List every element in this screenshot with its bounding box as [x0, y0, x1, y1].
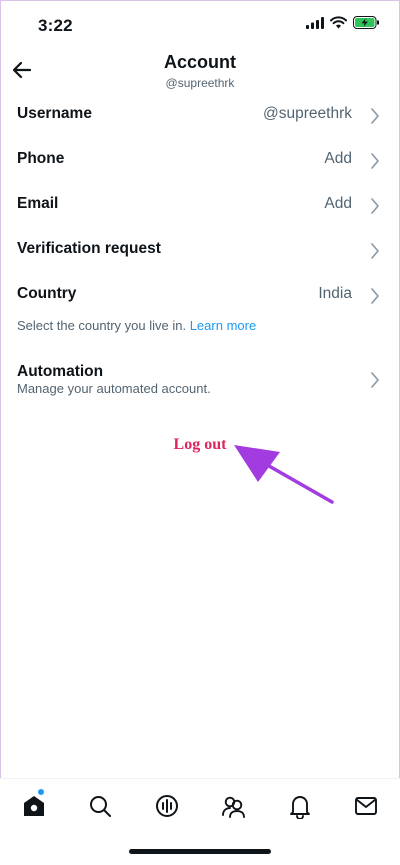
- email-row[interactable]: Email Add: [0, 183, 400, 228]
- logout-label: Log out: [173, 436, 227, 453]
- learn-more-link[interactable]: Learn more: [190, 318, 256, 333]
- phone-row[interactable]: Phone Add: [0, 138, 400, 183]
- status-time: 3:22: [38, 16, 73, 35]
- automation-description: Manage your automated account.: [17, 381, 211, 396]
- row-value: Add: [324, 195, 352, 212]
- row-label: Verification request: [17, 240, 161, 257]
- home-indicator: [129, 849, 271, 854]
- row-label: Phone: [17, 150, 65, 167]
- wifi-icon: [330, 16, 347, 29]
- chevron-right-icon: [371, 198, 379, 214]
- country-helper-text: Select the country you live in. Learn mo…: [17, 318, 256, 333]
- helper-text: Select the country you live in.: [17, 318, 190, 333]
- communities-icon[interactable]: [220, 793, 246, 819]
- status-bar: 3:22: [0, 0, 400, 48]
- page-title: Account: [164, 52, 236, 72]
- battery-charging-icon: [353, 16, 379, 29]
- row-label: Country: [17, 285, 77, 302]
- logout-button[interactable]: Log out: [0, 436, 400, 454]
- home-notification-dot: [38, 789, 44, 795]
- notifications-icon[interactable]: [287, 793, 313, 819]
- chevron-right-icon: [371, 288, 379, 304]
- row-label: Username: [17, 105, 92, 122]
- automation-label: Automation: [17, 363, 104, 380]
- country-row[interactable]: Country India: [0, 273, 400, 318]
- row-value: Add: [324, 150, 352, 167]
- row-label: Email: [17, 195, 59, 212]
- verification-request-row[interactable]: Verification request: [0, 228, 400, 273]
- username-row[interactable]: Username @supreethrk: [0, 93, 400, 138]
- search-icon[interactable]: [87, 793, 113, 819]
- messages-icon[interactable]: [353, 793, 379, 819]
- spaces-icon[interactable]: [154, 793, 180, 819]
- cellular-signal-icon: [306, 16, 324, 29]
- row-value: @supreethrk: [263, 105, 352, 122]
- chevron-right-icon: [371, 108, 379, 124]
- chevron-right-icon: [371, 372, 379, 388]
- row-value: India: [318, 285, 352, 302]
- page-subtitle: @supreethrk: [165, 76, 235, 90]
- chevron-right-icon: [371, 153, 379, 169]
- home-icon[interactable]: [21, 793, 47, 819]
- status-icons: [306, 16, 380, 29]
- annotation-arrow-icon: [234, 445, 334, 504]
- header: Account @supreethrk: [0, 50, 400, 94]
- chevron-right-icon: [371, 243, 379, 259]
